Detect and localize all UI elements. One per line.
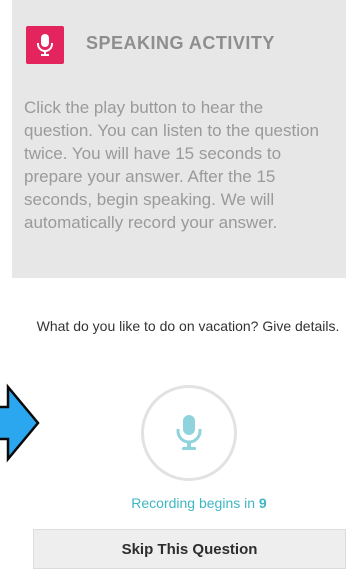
recording-countdown: 9 xyxy=(258,495,267,511)
microphone-badge xyxy=(26,26,64,64)
instructions-text: Click the play button to hear the questi… xyxy=(24,98,319,232)
skip-question-button[interactable]: Skip This Question xyxy=(33,529,346,569)
recording-status-label: Recording begins in xyxy=(131,495,259,511)
recording-status: Recording begins in 9 xyxy=(0,495,354,511)
question-text: What do you like to do on vacation? Give… xyxy=(36,318,340,334)
record-button[interactable] xyxy=(141,385,237,481)
right-arrow-icon xyxy=(0,383,40,463)
microphone-icon xyxy=(176,415,202,450)
speaking-activity-card: SPEAKING ACTIVITY Click the play button … xyxy=(12,0,346,278)
microphone-icon xyxy=(37,34,53,56)
activity-title: SPEAKING ACTIVITY xyxy=(86,33,275,53)
